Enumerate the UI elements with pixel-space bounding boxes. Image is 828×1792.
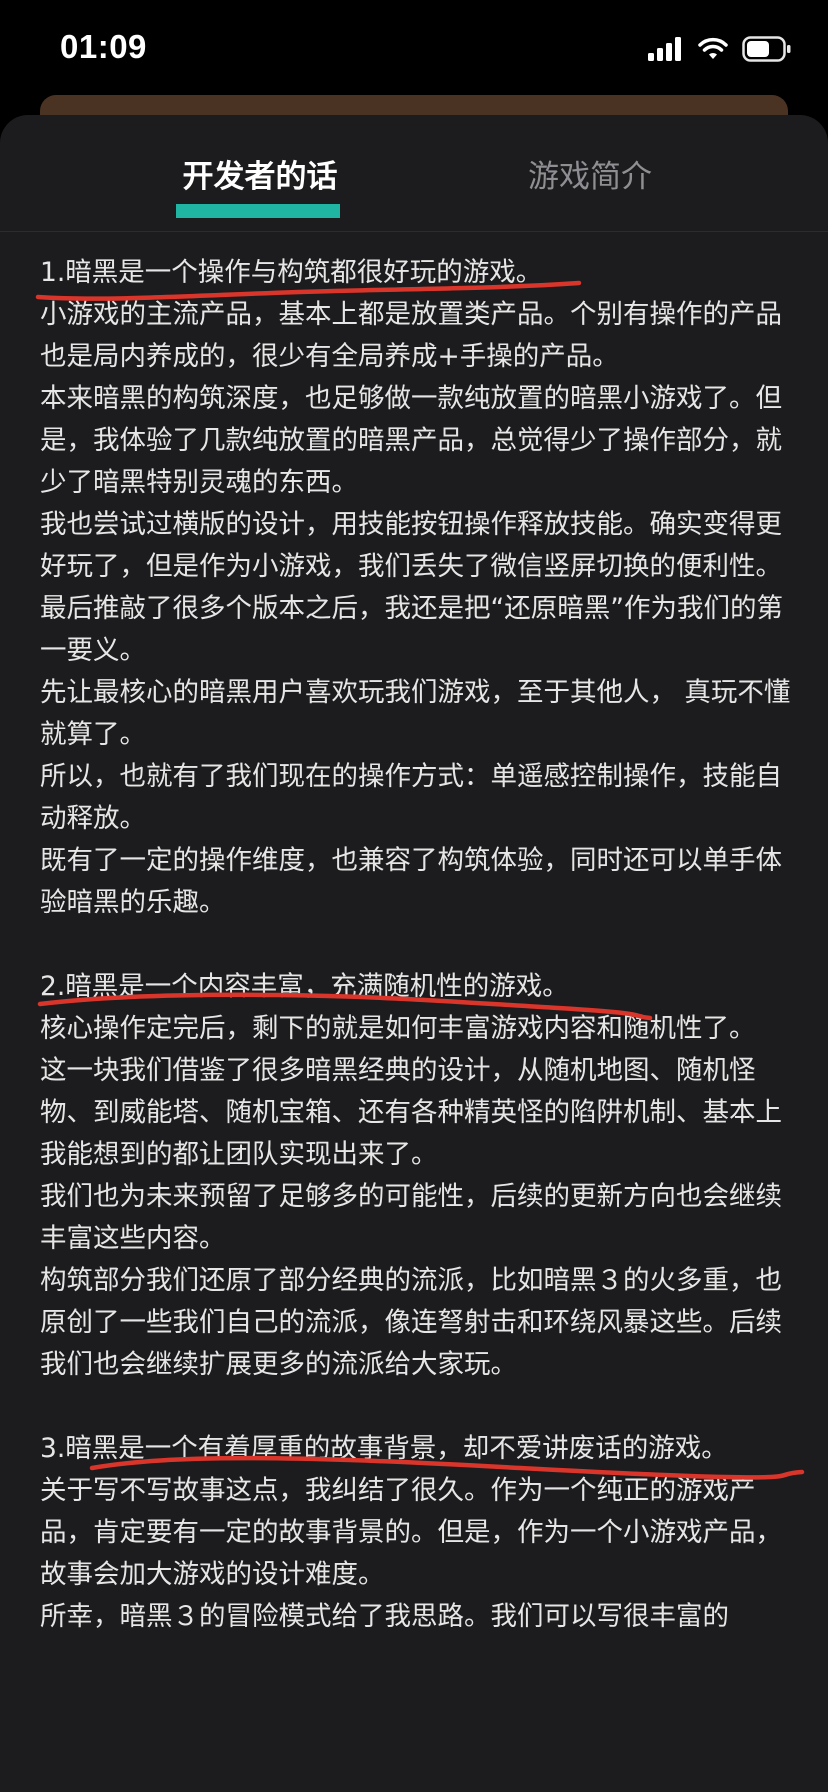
battery-icon [742, 36, 792, 66]
section-1-paragraph: 所以，也就有了我们现在的操作方式：单遥感控制操作，技能自动释放。 [40, 761, 782, 834]
section-2-paragraph: 核心操作定完后，剩下的就是如何丰富游戏内容和随机性了。 [40, 1013, 756, 1044]
tab-game-intro-label: 游戏简介 [528, 158, 652, 195]
section-1-paragraph: 先让最核心的暗黑用户喜欢玩我们游戏，至于其他人， 真玩不懂就算了。 [40, 677, 791, 750]
section-1-paragraph: 小游戏的主流产品，基本上都是放置类产品。个别有操作的产品也是局内养成的，很少有全… [40, 299, 782, 372]
tab-game-intro[interactable]: 游戏简介 [460, 115, 720, 231]
section-3-paragraph: 关于写不写故事这点，我纠结了很久。作为一个纯正的游戏产品，肯定要有一定的故事背景… [40, 1475, 782, 1590]
section-2-heading: 2.暗黑是一个内容丰富，充满随机性的游戏。 [37, 966, 800, 1021]
section-3-heading: 3.暗黑是一个有着厚重的故事背景，却不爱讲废话的游戏。 [40, 1428, 805, 1480]
tab-developer-notes[interactable]: 开发者的话 [120, 115, 400, 231]
section-1-paragraph: 我也尝试过横版的设计，用技能按钮操作释放技能。确实变得更好玩了，但是作为小游戏，… [40, 509, 782, 582]
status-time: 01:09 [60, 28, 147, 65]
section-1-paragraph: 最后推敲了很多个版本之后，我还是把“还原暗黑”作为我们的第一要义。 [40, 593, 783, 666]
article-content: 1.暗黑是一个操作与构筑都很好玩的游戏。 小游戏的主流产品，基本上都是放置类产品… [35, 252, 805, 1638]
tab-bar: 开发者的话 游戏简介 [0, 115, 828, 232]
section-1-heading: 1.暗黑是一个操作与构筑都很好玩的游戏。 [35, 252, 800, 301]
section-2-paragraph: 构筑部分我们还原了部分经典的流派，比如暗黑３的火多重，也原创了一些我们自己的流派… [40, 1265, 782, 1380]
status-icons [648, 36, 792, 66]
status-bar: 01:09 [0, 0, 828, 100]
wifi-icon [698, 37, 728, 65]
section-2-paragraph: 这一块我们借鉴了很多暗黑经典的设计，从随机地图、随机怪物、到威能塔、随机宝箱、还… [40, 1055, 782, 1170]
developer-notes-sheet: 开发者的话 游戏简介 1.暗黑是一个操作与构筑都很好玩的游戏。 小游戏的主流产品… [0, 115, 828, 1792]
cellular-signal-icon [648, 37, 684, 65]
section-3-paragraph: 所幸，暗黑３的冒险模式给了我思路。我们可以写很丰富的 [40, 1601, 729, 1632]
section-1-paragraph: 既有了一定的操作维度，也兼容了构筑体验，同时还可以单手体验暗黑的乐趣。 [40, 845, 782, 918]
section-1-paragraph: 本来暗黑的构筑深度，也足够做一款纯放置的暗黑小游戏了。但是，我体验了几款纯放置的… [40, 383, 782, 498]
tab-developer-notes-label: 开发者的话 [182, 158, 338, 195]
screen: 01:09 开发者的话 游戏简介 1.暗黑是一个操作与构筑都很好玩的游戏。 小游… [0, 0, 828, 1792]
section-2-paragraph: 我们也为未来预留了足够多的可能性，后续的更新方向也会继续丰富这些内容。 [40, 1181, 782, 1254]
